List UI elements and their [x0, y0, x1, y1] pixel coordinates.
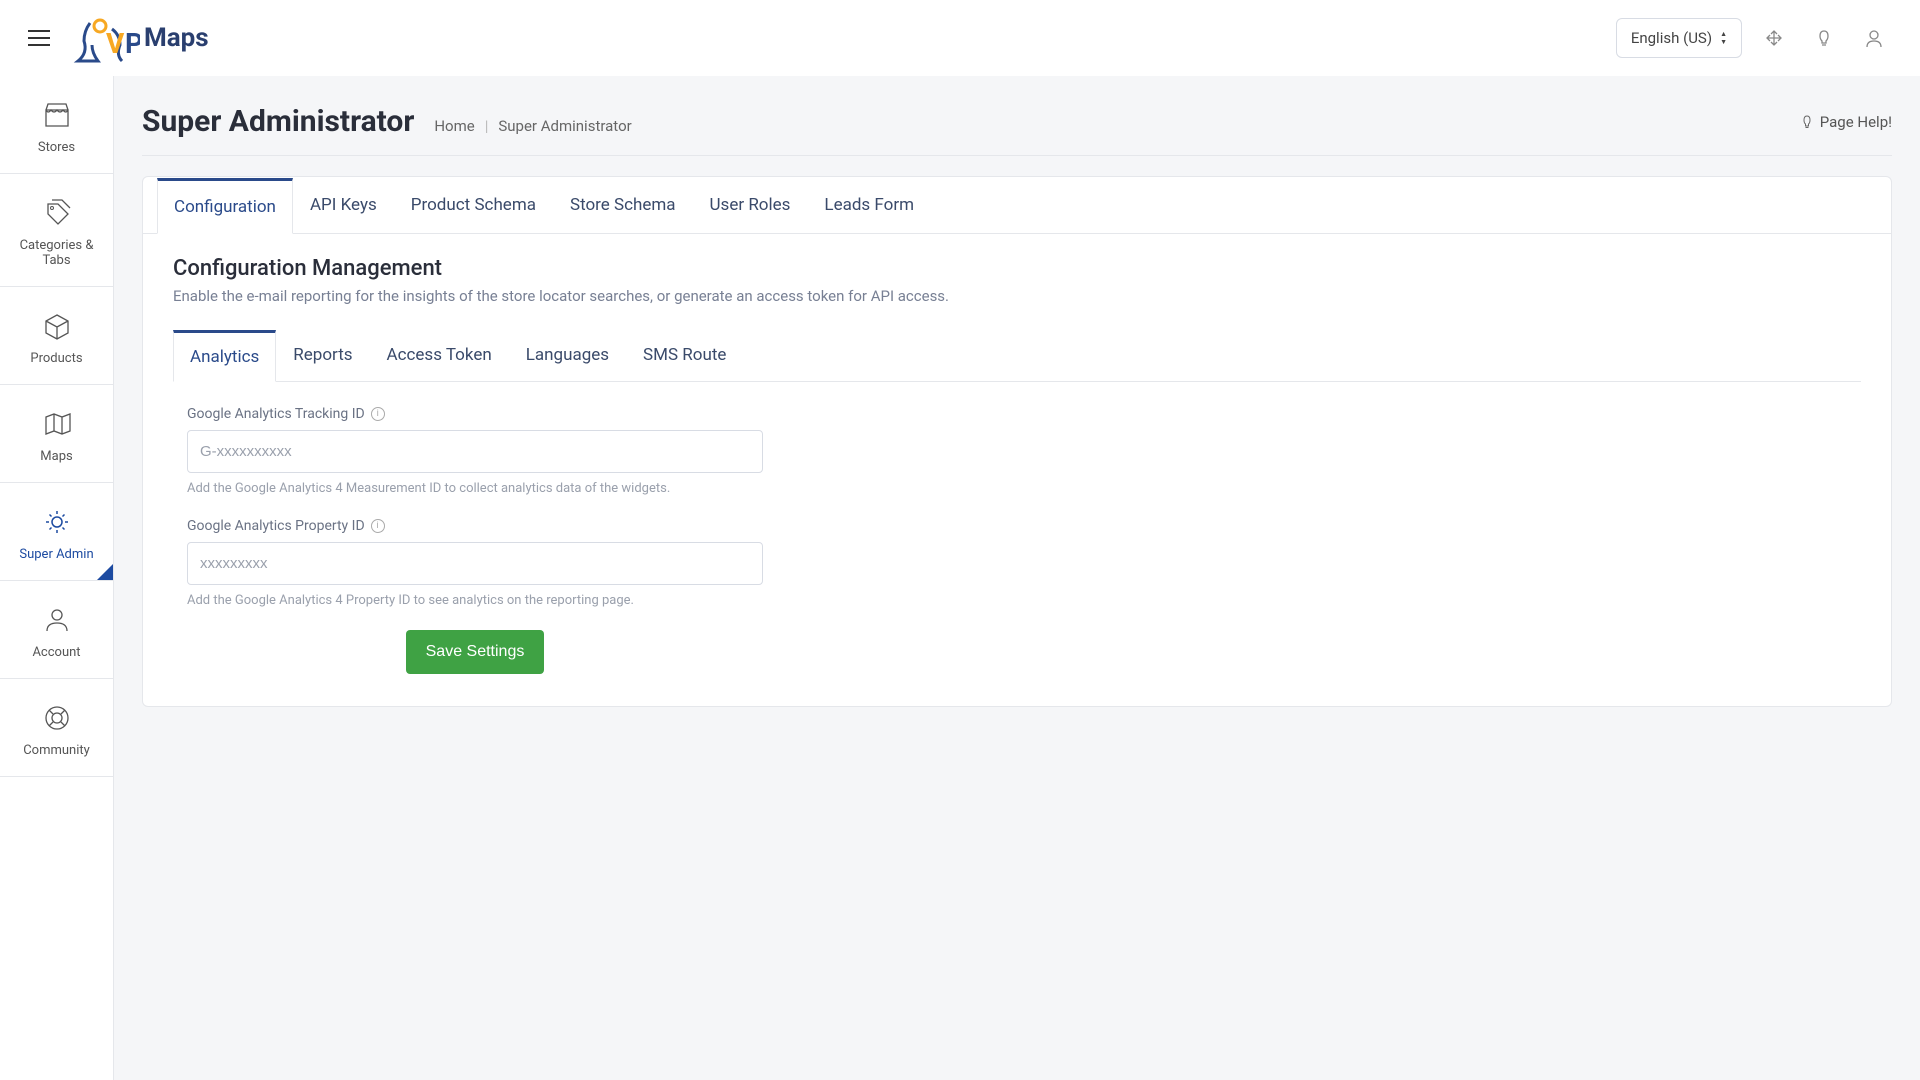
page-title: Super Administrator: [142, 104, 414, 139]
info-icon[interactable]: i: [371, 407, 385, 421]
ga-tracking-help: Add the Google Analytics 4 Measurement I…: [187, 481, 763, 496]
subtab-access-token[interactable]: Access Token: [370, 330, 509, 382]
app-logo[interactable]: V P Maps: [70, 11, 209, 65]
config-card: Configuration API Keys Product Schema St…: [142, 176, 1892, 707]
header-left: V P Maps: [28, 11, 209, 65]
section-description: Enable the e-mail reporting for the insi…: [173, 287, 1861, 305]
page-help-label: Page Help!: [1820, 113, 1892, 131]
info-icon[interactable]: i: [371, 519, 385, 533]
section-title: Configuration Management: [173, 256, 1861, 281]
sidebar-item-label: Products: [30, 351, 82, 366]
ga-tracking-label: Google Analytics Tracking ID i: [187, 406, 763, 422]
sidebar-item-label: Account: [32, 645, 80, 660]
bulb-icon: [1800, 115, 1814, 129]
tab-leads-form[interactable]: Leads Form: [807, 178, 931, 234]
tab-user-roles[interactable]: User Roles: [693, 178, 808, 234]
ga-property-label: Google Analytics Property ID i: [187, 518, 763, 534]
box-icon: [42, 311, 72, 341]
tab-api-keys[interactable]: API Keys: [293, 178, 394, 234]
sidebar-item-account[interactable]: Account: [0, 581, 113, 679]
sidebar-item-label: Community: [23, 743, 90, 758]
header-right: English (US): [1616, 18, 1892, 58]
user-avatar-icon[interactable]: [1856, 20, 1892, 56]
breadcrumb-home[interactable]: Home: [434, 117, 474, 135]
subtab-sms-route[interactable]: SMS Route: [626, 330, 743, 382]
breadcrumb: Home | Super Administrator: [434, 117, 631, 135]
svg-text:V: V: [106, 27, 125, 60]
fullscreen-icon[interactable]: [1756, 20, 1792, 56]
breadcrumb-separator: |: [485, 117, 489, 135]
tab-store-schema[interactable]: Store Schema: [553, 178, 693, 234]
ga-property-input[interactable]: [187, 542, 763, 585]
sidebar: Stores Categories & Tabs Products Maps S…: [0, 76, 114, 1080]
svg-text:P: P: [125, 27, 140, 60]
sidebar-item-label: Super Admin: [19, 547, 93, 562]
secondary-tabs: Analytics Reports Access Token Languages…: [173, 329, 1861, 382]
logo-icon: V P: [70, 11, 140, 65]
user-icon: [42, 605, 72, 635]
sidebar-item-categories[interactable]: Categories & Tabs: [0, 174, 113, 287]
ga-property-help: Add the Google Analytics 4 Property ID t…: [187, 593, 763, 608]
sidebar-item-stores[interactable]: Stores: [0, 76, 113, 174]
primary-tabs: Configuration API Keys Product Schema St…: [143, 177, 1891, 234]
language-selector-label: English (US): [1631, 29, 1712, 47]
tab-product-schema[interactable]: Product Schema: [394, 178, 553, 234]
breadcrumb-current: Super Administrator: [498, 117, 631, 135]
sidebar-item-label: Categories & Tabs: [6, 238, 107, 268]
tab-configuration[interactable]: Configuration: [157, 178, 293, 234]
sidebar-item-maps[interactable]: Maps: [0, 385, 113, 483]
sidebar-item-super-admin[interactable]: Super Admin: [0, 483, 113, 581]
subtab-reports[interactable]: Reports: [276, 330, 369, 382]
analytics-form: Google Analytics Tracking ID i Add the G…: [173, 382, 1861, 684]
page-help-link[interactable]: Page Help!: [1800, 113, 1892, 131]
main-content: Super Administrator Home | Super Adminis…: [114, 76, 1920, 1080]
language-selector[interactable]: English (US): [1616, 18, 1742, 58]
page-header: Super Administrator Home | Super Adminis…: [142, 104, 1892, 156]
menu-toggle-icon[interactable]: [28, 30, 50, 46]
subtab-analytics[interactable]: Analytics: [173, 330, 276, 382]
sort-icon: [1720, 31, 1727, 46]
app-header: V P Maps English (US): [0, 0, 1920, 76]
sidebar-item-label: Stores: [38, 140, 75, 155]
gear-icon: [42, 507, 72, 537]
save-settings-button[interactable]: Save Settings: [406, 630, 545, 674]
subtab-languages[interactable]: Languages: [509, 330, 626, 382]
sidebar-item-products[interactable]: Products: [0, 287, 113, 385]
sidebar-item-community[interactable]: Community: [0, 679, 113, 777]
tag-icon: [42, 198, 72, 228]
sidebar-item-label: Maps: [40, 449, 72, 464]
logo-text: Maps: [144, 23, 209, 53]
lifebuoy-icon: [42, 703, 72, 733]
store-icon: [42, 100, 72, 130]
ga-tracking-input[interactable]: [187, 430, 763, 473]
bulb-icon[interactable]: [1806, 20, 1842, 56]
map-icon: [42, 409, 72, 439]
